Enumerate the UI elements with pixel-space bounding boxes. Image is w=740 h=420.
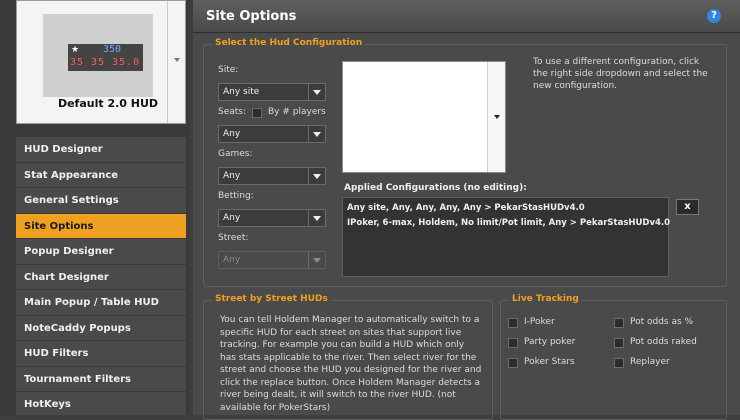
title-bar: Site Options ?	[193, 0, 740, 33]
sidebar-nav: HUD Designer Stat Appearance General Set…	[16, 137, 186, 418]
sidebar-item-stat-appearance[interactable]: Stat Appearance	[16, 163, 186, 188]
chevron-down-icon[interactable]	[174, 58, 180, 62]
hud-preview-value-bottom: 35 35 35.0	[70, 57, 141, 68]
applied-configuration-item: Any site, Any, Any, Any, Any > PekarStas…	[347, 203, 585, 213]
betting-dropdown-value: Any	[223, 213, 241, 223]
poker-stars-checkbox[interactable]	[508, 358, 518, 368]
chevron-down-icon[interactable]	[308, 84, 325, 100]
pot-odds-raked-label: Pot odds raked	[630, 337, 697, 347]
sidebar-item-chart-designer[interactable]: Chart Designer	[16, 265, 186, 290]
pot-odds-percent-label: Pot odds as %	[630, 317, 694, 327]
site-dropdown-value: Any site	[223, 87, 260, 97]
page-title: Site Options	[206, 9, 297, 24]
games-dropdown[interactable]: Any	[218, 167, 326, 185]
hud-selector[interactable]: ★ 350 35 35 35.0 Default 2.0 HUD	[16, 0, 186, 124]
star-icon: ★	[71, 45, 80, 55]
sidebar-item-site-options[interactable]: Site Options	[16, 213, 186, 239]
sidebar-item-popup-designer[interactable]: Popup Designer	[16, 239, 186, 265]
live-tracking-group: Live Tracking I-Poker Pot odds as % Part…	[500, 294, 727, 420]
street-dropdown: Any	[218, 251, 326, 269]
remove-configuration-button[interactable]: x	[676, 199, 699, 215]
hud-selector-divider	[167, 1, 168, 123]
seats-dropdown[interactable]: Any	[218, 125, 326, 143]
chevron-down-icon[interactable]	[308, 168, 325, 184]
applied-configurations-list: Any site, Any, Any, Any, Any > PekarStas…	[342, 197, 671, 277]
hud-preview-value-top: 350	[103, 44, 122, 55]
street-huds-title: Street by Street HUDs	[212, 294, 331, 304]
chevron-down-icon[interactable]	[308, 210, 325, 226]
sidebar-item-general-settings[interactable]: General Settings	[16, 188, 186, 214]
replayer-checkbox[interactable]	[614, 358, 624, 368]
pot-odds-raked-checkbox[interactable]	[614, 338, 624, 348]
sidebar-item-hud-designer[interactable]: HUD Designer	[16, 137, 186, 163]
street-huds-group: Street by Street HUDs You can tell Holde…	[203, 294, 493, 420]
street-huds-description: You can tell Holdem Manager to automatic…	[220, 315, 482, 413]
replayer-label: Replayer	[630, 357, 670, 367]
betting-dropdown[interactable]: Any	[218, 209, 326, 227]
sidebar-item-hud-filters[interactable]: HUD Filters	[16, 341, 186, 367]
street-dropdown-value: Any	[223, 255, 241, 265]
i-poker-label: I-Poker	[524, 317, 555, 327]
main-panel: Site Options ? Select the Hud Configurat…	[193, 0, 740, 420]
street-label: Street:	[218, 233, 249, 243]
hud-config-title: Select the Hud Configuration	[212, 38, 366, 48]
games-dropdown-value: Any	[223, 171, 241, 181]
i-poker-checkbox[interactable]	[508, 318, 518, 328]
sidebar-item-tournament-filters[interactable]: Tournament Filters	[16, 367, 186, 392]
by-players-checkbox[interactable]	[252, 108, 262, 118]
configuration-dropdown-button[interactable]	[487, 62, 505, 172]
hud-preview-image: ★ 350 35 35 35.0	[43, 14, 153, 97]
configuration-hint: To use a different configuration, click …	[533, 57, 708, 91]
chevron-down-icon[interactable]	[308, 126, 325, 142]
party-poker-label: Party poker	[524, 337, 576, 347]
sidebar-item-main-popup[interactable]: Main Popup / Table HUD	[16, 290, 186, 316]
betting-label: Betting:	[218, 191, 254, 201]
help-icon[interactable]: ?	[707, 9, 721, 23]
by-players-label: By # players	[268, 107, 326, 117]
applied-configurations-label: Applied Configurations (no editing):	[344, 183, 527, 193]
sidebar-item-hotkeys[interactable]: HotKeys	[16, 392, 186, 418]
poker-stars-label: Poker Stars	[524, 357, 575, 367]
seats-label: Seats:	[218, 107, 247, 117]
chevron-down-icon	[308, 252, 325, 268]
seats-dropdown-value: Any	[223, 129, 241, 139]
pot-odds-percent-checkbox[interactable]	[614, 318, 624, 328]
site-dropdown[interactable]: Any site	[218, 83, 326, 101]
sidebar: ★ 350 35 35 35.0 Default 2.0 HUD HUD Des…	[0, 0, 190, 418]
party-poker-checkbox[interactable]	[508, 338, 518, 348]
sidebar-item-notecaddy-popups[interactable]: NoteCaddy Popups	[16, 316, 186, 341]
hud-name: Default 2.0 HUD	[57, 97, 159, 110]
hud-config-group: Select the Hud Configuration Site: Any s…	[203, 38, 727, 287]
applied-configuration-item: IPoker, 6-max, Holdem, No limit/Pot limi…	[347, 218, 671, 228]
games-label: Games:	[218, 149, 253, 159]
site-label: Site:	[218, 65, 239, 75]
live-tracking-title: Live Tracking	[509, 294, 582, 304]
hud-configuration-list[interactable]	[342, 61, 506, 173]
